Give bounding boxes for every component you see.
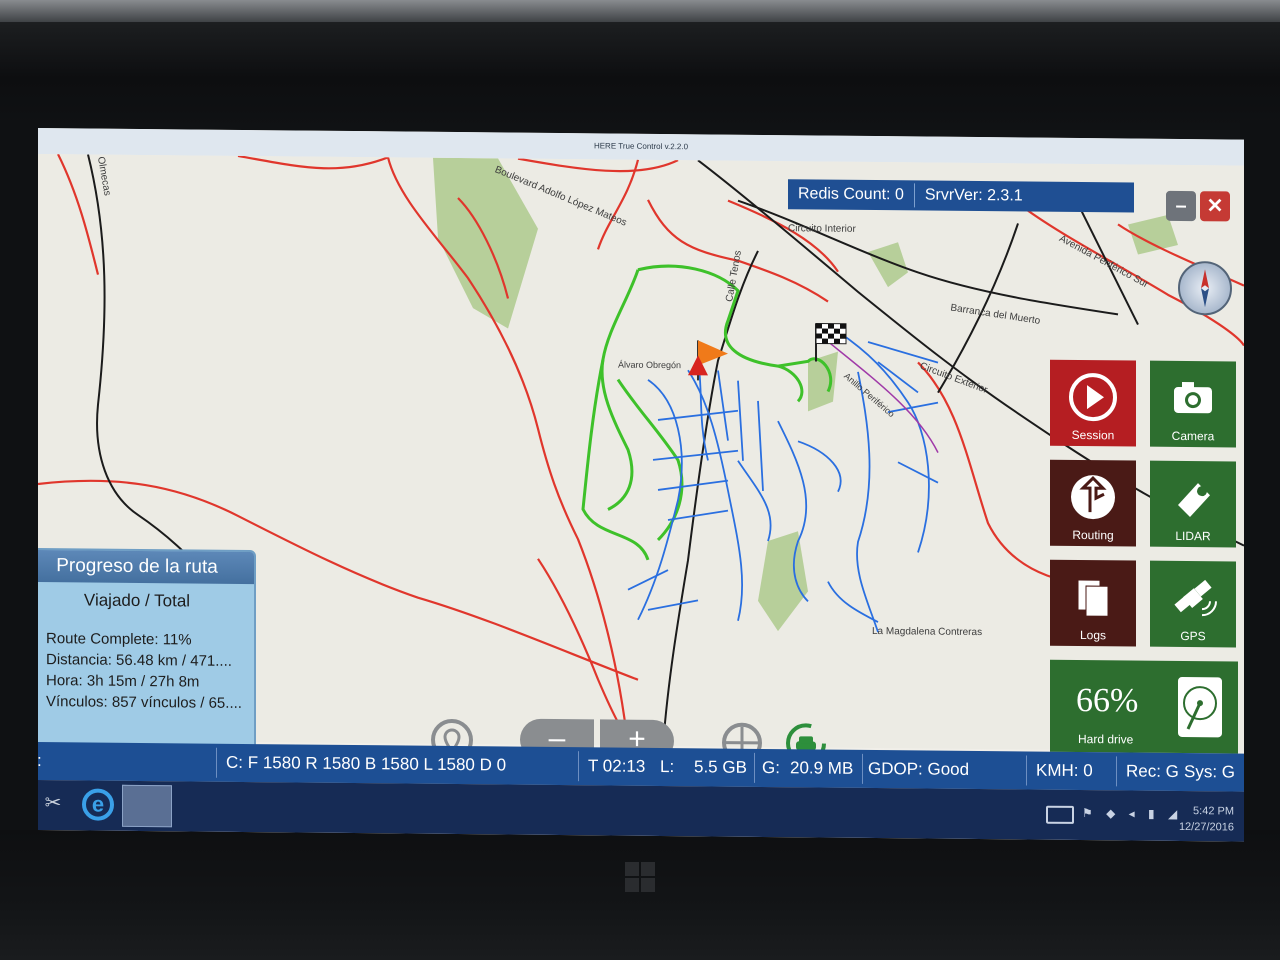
hard-drive-label: Hard drive xyxy=(1078,731,1134,747)
session-button[interactable]: Session xyxy=(1050,359,1136,447)
device-bezel-right xyxy=(1240,120,1280,840)
documents-icon xyxy=(1077,579,1109,617)
status-sys: Sys: G xyxy=(1184,762,1236,782)
lidar-icon xyxy=(1178,483,1210,518)
touch-keyboard-icon[interactable] xyxy=(1046,805,1074,824)
routing-button[interactable]: Routing xyxy=(1050,459,1136,547)
compass-icon[interactable] xyxy=(1178,260,1232,316)
map-label-magdalena: La Magdalena Contreras xyxy=(872,626,983,639)
status-kmh: KMH: 0 xyxy=(1036,760,1093,781)
internet-explorer-icon[interactable]: e xyxy=(82,788,114,821)
route-complete: Route Complete: 11% xyxy=(46,630,192,649)
status-time: T 02:13 xyxy=(588,756,646,776)
device-bezel-bottom xyxy=(0,830,1280,960)
redis-count: Redis Count: 0 xyxy=(798,185,904,204)
map-label-circuito-interior: Circuito Interior xyxy=(788,223,856,235)
route-distance: Distancia: 56.48 km / 471.... xyxy=(46,651,232,670)
true-control-app-icon[interactable] xyxy=(122,784,172,828)
park-area xyxy=(868,242,908,288)
hard-drive-status[interactable]: 66% Hard drive xyxy=(1050,659,1238,754)
clock-date[interactable]: 12/27/2016 xyxy=(1176,821,1234,834)
lidar-button[interactable]: LIDAR xyxy=(1150,460,1236,548)
status-cameras: C: F 1580 R 1580 B 1580 L 1580 D 0 xyxy=(226,752,507,775)
server-info-bar: Redis Count: 0 SrvrVer: 2.3.1 xyxy=(788,179,1134,213)
route-progress-panel: Progreso de la ruta Viajado / Total Rout… xyxy=(38,547,256,751)
status-rec: Rec: G xyxy=(1126,761,1179,781)
status-lidar-size: 5.5 GB xyxy=(694,757,747,777)
camera-icon xyxy=(1174,381,1212,414)
status-gps: G: xyxy=(762,757,780,778)
device-glare xyxy=(0,0,1280,22)
satellite-icon xyxy=(1174,579,1217,617)
device-bezel-left xyxy=(0,120,40,840)
routing-arrow-icon xyxy=(1071,475,1115,520)
play-icon xyxy=(1069,373,1117,422)
route-progress-title: Progreso de la ruta xyxy=(38,549,254,585)
status-id: ID: xyxy=(38,750,42,771)
route-links: Vínculos: 857 vínculos / 65.... xyxy=(46,693,242,712)
status-gdop: GDOP: Good xyxy=(868,758,970,779)
status-gps-size: 20.9 MB xyxy=(790,758,854,778)
session-label: Session xyxy=(1071,427,1115,443)
routing-label: Routing xyxy=(1072,527,1114,543)
tools-icon[interactable]: ✂ xyxy=(38,790,68,818)
status-lidar: L: xyxy=(660,756,675,777)
clock-time[interactable]: 5:42 PM xyxy=(1188,805,1234,817)
camera-label: Camera xyxy=(1171,428,1215,444)
windows-logo-icon[interactable] xyxy=(625,862,657,894)
minimize-button[interactable]: – xyxy=(1166,190,1196,222)
gps-button[interactable]: GPS xyxy=(1150,560,1236,648)
app-screen: HERE True Control v.2.2.0 Olmecas Boulev… xyxy=(38,128,1244,842)
lidar-label: LIDAR xyxy=(1175,528,1211,544)
logs-button[interactable]: Logs xyxy=(1050,559,1136,647)
map-label-alvaro-obregon: Álvaro Obregón xyxy=(618,359,682,371)
park-area xyxy=(758,531,808,632)
hard-drive-percent: 66% xyxy=(1076,681,1139,720)
close-button[interactable]: ✕ xyxy=(1200,191,1230,222)
server-version: SrvrVer: 2.3.1 xyxy=(924,186,1023,205)
hard-drive-icon xyxy=(1178,676,1222,738)
logs-label: Logs xyxy=(1079,628,1107,643)
camera-button[interactable]: Camera xyxy=(1150,360,1236,448)
route-progress-subtitle: Viajado / Total xyxy=(83,590,191,611)
route-time: Hora: 3h 15m / 27h 8m xyxy=(46,672,200,691)
system-tray-icons[interactable]: ⚑ ◆ ◂ ▮ ◢ xyxy=(1082,806,1182,821)
gps-label: GPS xyxy=(1180,628,1206,644)
